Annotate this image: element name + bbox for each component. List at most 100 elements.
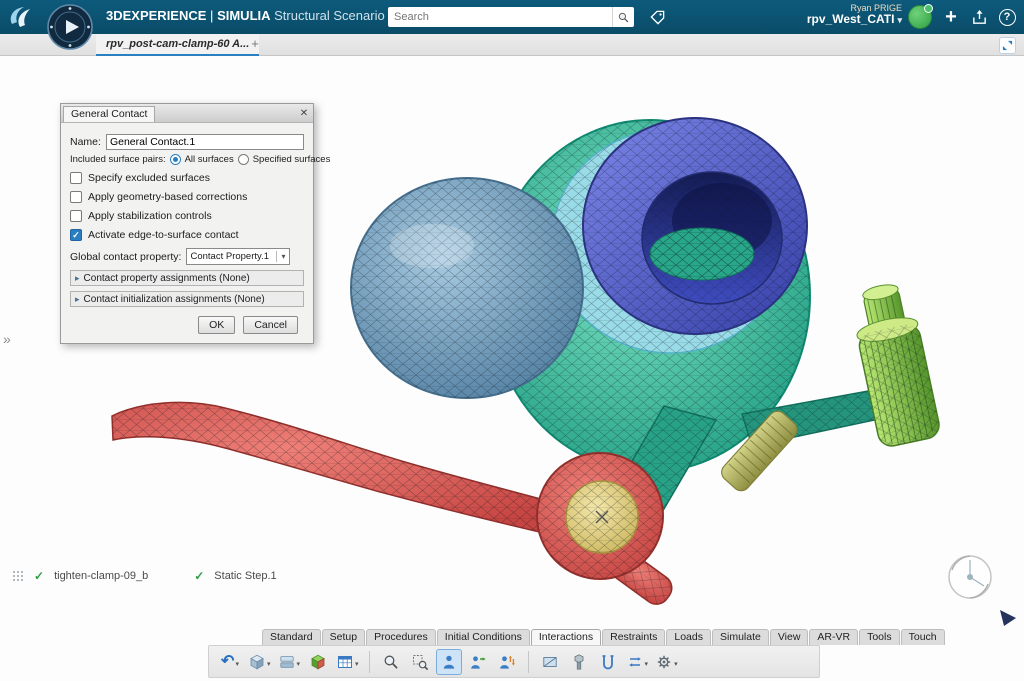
- check-icon: ✓: [34, 569, 44, 583]
- tab-ar-vr[interactable]: AR-VR: [809, 629, 858, 645]
- tab-initial-conditions[interactable]: Initial Conditions: [437, 629, 530, 645]
- specified-surfaces-radio[interactable]: [238, 154, 249, 165]
- help-button[interactable]: ?: [996, 6, 1018, 28]
- search-bar[interactable]: [388, 7, 634, 27]
- geometry-corrections-checkbox[interactable]: [70, 191, 82, 203]
- action-toolbar: [208, 645, 820, 678]
- model-status-label[interactable]: tighten-clamp-09_b: [54, 570, 148, 582]
- chevron-down-icon[interactable]: [266, 653, 271, 671]
- panel-expand-icon[interactable]: »: [3, 331, 11, 347]
- undo-icon: [221, 653, 234, 671]
- tab-simulate[interactable]: Simulate: [712, 629, 769, 645]
- render-style-button[interactable]: [305, 649, 331, 675]
- tab-loads[interactable]: Loads: [666, 629, 711, 645]
- close-icon[interactable]: [295, 108, 313, 119]
- pairs-label: Included surface pairs:: [70, 154, 166, 165]
- specified-surfaces-label: Specified surfaces: [253, 154, 331, 165]
- question-icon: ?: [999, 9, 1016, 26]
- compass-logo[interactable]: [46, 3, 94, 51]
- person-arrow-icon: [469, 653, 487, 671]
- geometry-corrections-label: Apply geometry-based corrections: [88, 191, 247, 203]
- section-display-button[interactable]: [276, 649, 303, 675]
- view-compass[interactable]: [949, 556, 991, 598]
- excluded-surfaces-checkbox[interactable]: [70, 172, 82, 184]
- initialization-assignments-label: Contact initialization assignments (None…: [84, 294, 265, 305]
- stabilization-controls-checkbox[interactable]: [70, 210, 82, 222]
- all-surfaces-radio[interactable]: [170, 154, 181, 165]
- fit-view-button[interactable]: [407, 649, 433, 675]
- brand-name: 3DEXPERIENCE: [106, 8, 206, 23]
- search-input[interactable]: [388, 11, 612, 23]
- user-account[interactable]: rpv_West_CATI: [807, 13, 902, 27]
- chevron-down-icon: [276, 251, 289, 262]
- dialog-title: General Contact: [63, 106, 155, 122]
- clip-icon: [599, 653, 617, 671]
- chevron-down-icon[interactable]: [673, 653, 678, 671]
- gear-icon: [655, 653, 673, 671]
- name-field[interactable]: [106, 134, 304, 150]
- title-divider: |: [210, 8, 213, 23]
- contact-detection-button[interactable]: [465, 649, 491, 675]
- chevron-down-icon[interactable]: [234, 653, 239, 671]
- outer-sleeve-part[interactable]: [351, 178, 583, 398]
- maximize-view-button[interactable]: [999, 37, 1016, 54]
- tab-view[interactable]: View: [770, 629, 809, 645]
- tab-interactions[interactable]: Interactions: [531, 629, 601, 645]
- settings-button[interactable]: [653, 649, 680, 675]
- undo-button[interactable]: [217, 649, 243, 675]
- property-assignments-label: Contact property assignments (None): [84, 273, 250, 284]
- initialization-assignments-section[interactable]: Contact initialization assignments (None…: [70, 291, 304, 307]
- contact-pair-button[interactable]: [494, 649, 520, 675]
- mesh-display-button[interactable]: [246, 649, 273, 675]
- status-row: ✓ tighten-clamp-09_b ✓ Static Step.1: [12, 569, 277, 583]
- tab-restraints[interactable]: Restraints: [602, 629, 665, 645]
- tag-icon[interactable]: [646, 7, 668, 27]
- new-tab-button[interactable]: +: [246, 36, 264, 51]
- fastener-button[interactable]: [595, 649, 621, 675]
- tab-procedures[interactable]: Procedures: [366, 629, 436, 645]
- chevron-down-icon[interactable]: [296, 653, 301, 671]
- name-label: Name:: [70, 136, 101, 148]
- tab-standard[interactable]: Standard: [262, 629, 321, 645]
- check-icon: ✓: [194, 569, 204, 583]
- zoom-area-button[interactable]: [378, 649, 404, 675]
- property-label: Global contact property:: [70, 251, 181, 263]
- document-tab-bar: rpv_post-cam-clamp-60 A... +: [0, 34, 1024, 56]
- user-info[interactable]: Ryan PRIGE rpv_West_CATI: [807, 3, 902, 27]
- select-pan-button[interactable]: [436, 649, 462, 675]
- chevron-down-icon: [894, 12, 902, 26]
- person-sync-icon: [498, 653, 516, 671]
- nav-arrow-icon[interactable]: [1000, 610, 1016, 626]
- search-icon[interactable]: [612, 7, 634, 27]
- status-dot: [924, 4, 933, 13]
- expand-arrow-icon: [75, 294, 80, 305]
- all-surfaces-label: All surfaces: [185, 154, 234, 165]
- step-status-label[interactable]: Static Step.1: [214, 570, 276, 582]
- chevron-down-icon[interactable]: [354, 653, 359, 671]
- document-tab[interactable]: rpv_post-cam-clamp-60 A...: [96, 34, 259, 56]
- bolt-connection-button[interactable]: [566, 649, 592, 675]
- cam-disc-part[interactable]: [566, 481, 638, 553]
- table-icon: [336, 653, 354, 671]
- edge-to-surface-checkbox[interactable]: [70, 229, 82, 241]
- magnifier-icon: [382, 653, 400, 671]
- section-cut-button[interactable]: [537, 649, 563, 675]
- contact-property-value: Contact Property.1: [187, 251, 276, 262]
- share-button[interactable]: [968, 6, 990, 28]
- tab-touch[interactable]: Touch: [901, 629, 945, 645]
- chevron-down-icon[interactable]: [644, 653, 649, 671]
- avatar[interactable]: [908, 5, 932, 29]
- plot-table-button[interactable]: [334, 649, 361, 675]
- dialog-title-bar[interactable]: General Contact: [61, 104, 313, 123]
- property-assignments-section[interactable]: Contact property assignments (None): [70, 270, 304, 286]
- fit-magnifier-icon: [411, 653, 429, 671]
- swap-model-button[interactable]: [624, 649, 651, 675]
- cancel-button[interactable]: Cancel: [243, 316, 298, 334]
- contact-property-select[interactable]: Contact Property.1: [186, 248, 290, 265]
- section-icon: [541, 653, 559, 671]
- tab-setup[interactable]: Setup: [322, 629, 365, 645]
- ok-button[interactable]: OK: [198, 316, 235, 334]
- tab-tools[interactable]: Tools: [859, 629, 900, 645]
- add-content-button[interactable]: +: [940, 6, 962, 28]
- edge-to-surface-label: Activate edge-to-surface contact: [88, 229, 239, 241]
